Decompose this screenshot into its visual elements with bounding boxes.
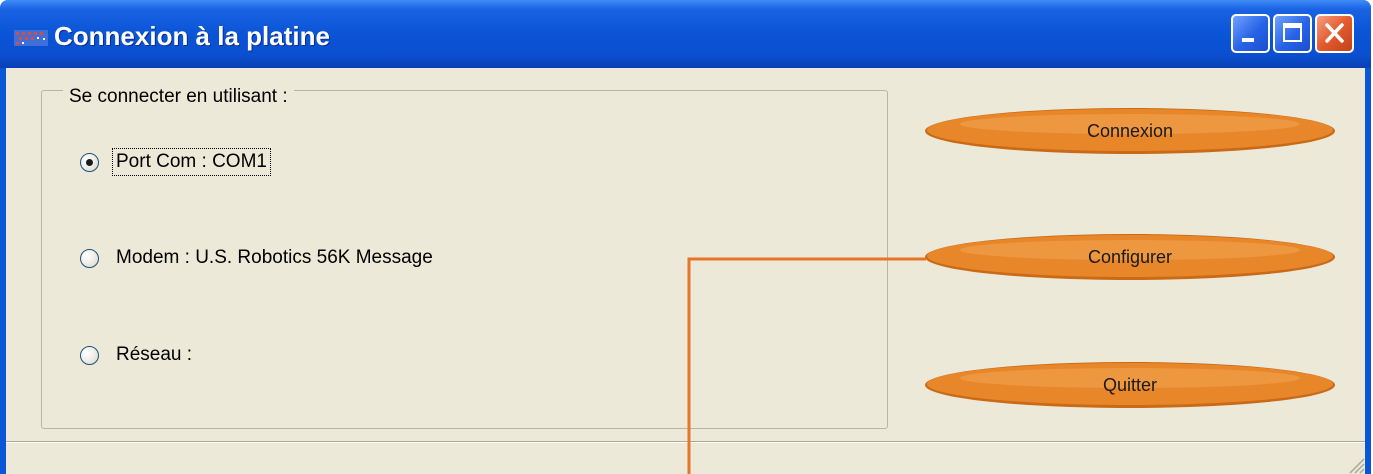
radio-label-network[interactable]: Réseau : [113,342,195,368]
title-bar[interactable]: Connexion à la platine [0,0,1371,68]
radio-option-network[interactable]: Réseau : [80,342,195,368]
window-title: Connexion à la platine [54,21,330,51]
radio-button-selected[interactable] [80,152,99,172]
configure-button-label: Configurer [1087,247,1173,267]
radio-button[interactable] [80,345,99,365]
connect-button-label: Connexion [1086,121,1174,141]
radio-option-port-com[interactable]: Port Com : COM1 [80,148,271,176]
minimize-button[interactable] [1231,14,1270,53]
minimize-icon [1242,38,1254,42]
configure-button[interactable]: Configurer [923,232,1337,282]
radio-option-modem[interactable]: Modem : U.S. Robotics 56K Message [80,245,436,271]
maximize-button[interactable] [1273,14,1312,53]
app-icon [14,30,48,46]
close-button[interactable] [1315,14,1354,53]
close-icon [1325,23,1344,43]
resize-grip-icon[interactable] [1347,456,1365,474]
dialog-window: Connexion à la platine Se connecter en u… [0,0,1371,474]
group-legend: Se connecter en utilisant : [63,86,294,108]
radio-label-modem[interactable]: Modem : U.S. Robotics 56K Message [113,245,436,271]
connect-button[interactable]: Connexion [923,106,1337,156]
status-bar [6,443,1365,474]
radio-button[interactable] [80,248,99,268]
maximize-icon [1283,23,1302,42]
quit-button[interactable]: Quitter [923,360,1337,410]
quit-button-label: Quitter [1102,375,1158,395]
radio-label-port-com[interactable]: Port Com : COM1 [112,148,271,176]
